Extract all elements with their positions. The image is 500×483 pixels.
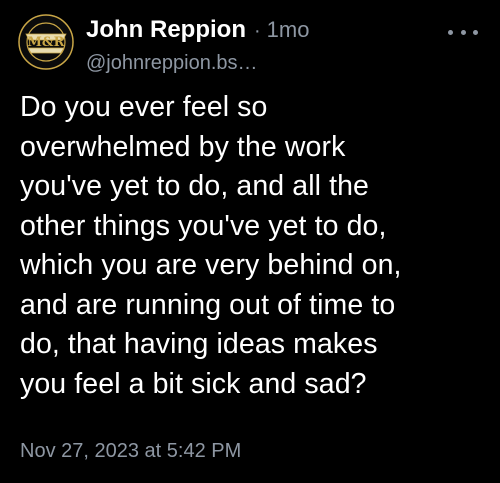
author-display-name[interactable]: John Reppion (86, 16, 246, 44)
author-line: John Reppion · 1mo (86, 16, 440, 44)
more-horizontal-icon (448, 29, 453, 35)
post-text: Do you ever feel so overwhelmed by the w… (20, 91, 402, 400)
post: M&R John Reppion · 1mo @johnreppion.bs… … (0, 0, 500, 483)
post-age[interactable]: 1mo (267, 17, 310, 43)
more-options-button[interactable] (448, 22, 478, 42)
post-header: John Reppion · 1mo @johnreppion.bs… (86, 16, 440, 75)
avatar-logo: M&R (18, 14, 74, 70)
post-timestamp[interactable]: Nov 27, 2023 at 5:42 PM (20, 440, 241, 463)
separator-dot: · (253, 20, 261, 42)
svg-text:M&R: M&R (28, 35, 65, 50)
avatar[interactable]: M&R (18, 14, 74, 70)
more-horizontal-icon-dot (460, 29, 466, 35)
more-horizontal-icon-dot (473, 29, 478, 35)
author-handle[interactable]: @johnreppion.bs… (86, 52, 440, 75)
